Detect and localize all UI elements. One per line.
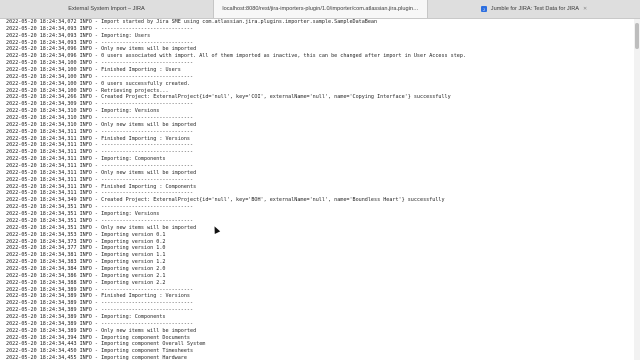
- tab-label: External System Import – JIRA: [68, 6, 145, 12]
- log-line: 2022-05-20 18:24:34,310 INFO - Only new …: [6, 121, 197, 128]
- log-line: 2022-05-20 18:24:34,311 INFO - ---------…: [6, 142, 194, 149]
- log-line: 2022-05-20 18:24:34,311 INFO - ---------…: [6, 163, 194, 170]
- log-line: 2022-05-20 18:24:34,389 INFO - ---------…: [6, 300, 194, 307]
- tab-external-system-import[interactable]: External System Import – JIRA: [0, 0, 214, 18]
- log-line: 2022-05-20 18:24:34,093 INFO - ---------…: [6, 25, 194, 32]
- log-line: 2022-05-20 18:24:34,096 INFO - 0 users a…: [6, 53, 467, 60]
- log-line: 2022-05-20 18:24:34,373 INFO - Importing…: [6, 238, 166, 245]
- log-line: 2022-05-20 18:24:34,100 INFO - ---------…: [6, 60, 194, 67]
- log-line: 2022-05-20 18:24:34,100 INFO - Retrievin…: [6, 87, 169, 94]
- log-line: 2022-05-20 18:24:34,311 INFO - Finished …: [6, 183, 197, 190]
- log-line: 2022-05-20 18:24:34,455 INFO - Importing…: [6, 355, 187, 360]
- log-line: 2022-05-20 18:24:34,450 INFO - Importing…: [6, 348, 194, 355]
- import-log-view: 2022-05-20 18:24:34,072 INFO - Import st…: [0, 19, 634, 360]
- log-line: 2022-05-20 18:24:34,093 INFO - ---------…: [6, 39, 194, 46]
- log-line: 2022-05-20 18:24:34,353 INFO - Importing…: [6, 231, 166, 238]
- log-line: 2022-05-20 18:24:34,351 INFO - Importing…: [6, 211, 160, 218]
- tab-label: Jumble for JIRA: Test Data for JIRA: [490, 6, 579, 12]
- log-line: 2022-05-20 18:24:34,266 INFO - Created P…: [6, 94, 451, 101]
- jira-icon: J: [480, 6, 487, 12]
- log-line: 2022-05-20 18:24:34,389 INFO - Importing…: [6, 313, 166, 320]
- import-log: 2022-05-20 18:24:34,072 INFO - Import st…: [0, 19, 634, 360]
- log-line: 2022-05-20 18:24:34,351 INFO - ---------…: [6, 217, 194, 224]
- log-line: 2022-05-20 18:24:34,389 INFO - ---------…: [6, 286, 194, 293]
- log-line: 2022-05-20 18:24:34,093 INFO - Importing…: [6, 32, 151, 39]
- log-line: 2022-05-20 18:24:34,310 INFO - ---------…: [6, 115, 194, 122]
- log-line: 2022-05-20 18:24:34,311 INFO - Only new …: [6, 169, 197, 176]
- log-line: 2022-05-20 18:24:34,311 INFO - ---------…: [6, 176, 194, 183]
- log-line: 2022-05-20 18:24:34,311 INFO - ---------…: [6, 190, 194, 197]
- log-line: 2022-05-20 18:24:34,394 INFO - Importing…: [6, 334, 191, 341]
- tab-importer-log[interactable]: localhost:8080/rest/jira-importers-plugi…: [214, 0, 428, 18]
- log-line: 2022-05-20 18:24:34,072 INFO - Import st…: [6, 19, 378, 25]
- vertical-scrollbar[interactable]: [634, 19, 640, 360]
- log-line: 2022-05-20 18:24:34,100 INFO - ---------…: [6, 73, 194, 80]
- log-line: 2022-05-20 18:24:34,381 INFO - Importing…: [6, 252, 166, 259]
- log-line: 2022-05-20 18:24:34,096 INFO - Only new …: [6, 46, 197, 53]
- log-line: 2022-05-20 18:24:34,311 INFO - Finished …: [6, 135, 191, 142]
- log-line: 2022-05-20 18:24:34,383 INFO - Importing…: [6, 259, 166, 266]
- log-line: 2022-05-20 18:24:34,389 INFO - ---------…: [6, 320, 194, 327]
- log-line: 2022-05-20 18:24:34,349 INFO - Created P…: [6, 197, 445, 204]
- log-line: 2022-05-20 18:24:34,351 INFO - Only new …: [6, 224, 197, 231]
- log-line: 2022-05-20 18:24:34,384 INFO - Importing…: [6, 265, 166, 272]
- log-line: 2022-05-20 18:24:34,100 INFO - 0 users s…: [6, 80, 191, 87]
- log-line: 2022-05-20 18:24:34,311 INFO - Importing…: [6, 156, 166, 163]
- log-line: 2022-05-20 18:24:34,389 INFO - ---------…: [6, 307, 194, 314]
- browser-tab-bar: External System Import – JIRA localhost:…: [0, 0, 640, 19]
- log-line: 2022-05-20 18:24:34,351 INFO - ---------…: [6, 204, 194, 211]
- tab-jumble-for-jira[interactable]: J Jumble for JIRA: Test Data for JIRA ✕: [428, 0, 640, 18]
- close-icon[interactable]: ✕: [583, 6, 587, 12]
- log-line: 2022-05-20 18:24:34,100 INFO - Finished …: [6, 67, 181, 74]
- log-line: 2022-05-20 18:24:34,310 INFO - Importing…: [6, 108, 160, 115]
- log-line: 2022-05-20 18:24:34,389 INFO - Finished …: [6, 293, 191, 300]
- tab-label: localhost:8080/rest/jira-importers-plugi…: [222, 6, 419, 12]
- log-line: 2022-05-20 18:24:34,311 INFO - ---------…: [6, 128, 194, 135]
- log-line: 2022-05-20 18:24:34,377 INFO - Importing…: [6, 245, 166, 252]
- log-line: 2022-05-20 18:24:34,443 INFO - Importing…: [6, 341, 206, 348]
- log-line: 2022-05-20 18:24:34,388 INFO - Importing…: [6, 279, 166, 286]
- log-line: 2022-05-20 18:24:34,311 INFO - ---------…: [6, 149, 194, 156]
- scrollbar-thumb[interactable]: [635, 23, 639, 49]
- log-line: 2022-05-20 18:24:34,386 INFO - Importing…: [6, 272, 166, 279]
- log-line: 2022-05-20 18:24:34,389 INFO - Only new …: [6, 327, 197, 334]
- log-line: 2022-05-20 18:24:34,309 INFO - ---------…: [6, 101, 194, 108]
